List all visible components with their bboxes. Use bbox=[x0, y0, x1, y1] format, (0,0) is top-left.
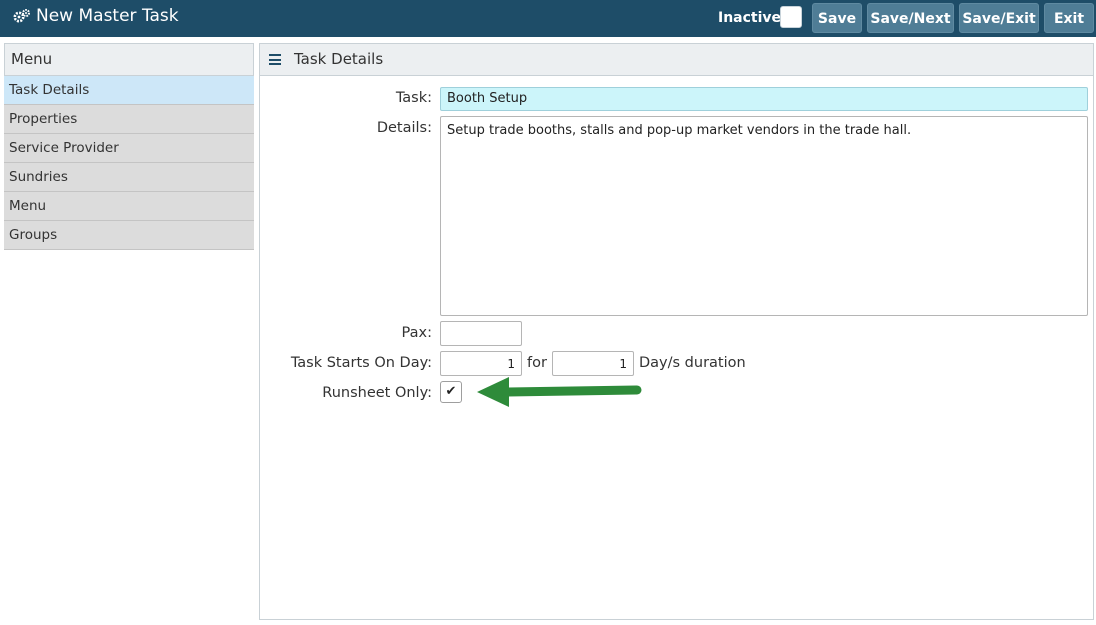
save-exit-button[interactable]: Save/Exit bbox=[959, 3, 1039, 33]
sidebar-item-service-provider[interactable]: Service Provider bbox=[4, 134, 254, 163]
sidebar-item-properties[interactable]: Properties bbox=[4, 105, 254, 134]
page-title-text: New Master Task bbox=[36, 6, 179, 26]
for-label: for bbox=[527, 355, 547, 371]
pax-input[interactable] bbox=[440, 321, 522, 346]
runsheet-only-checkbox[interactable]: ✔ bbox=[440, 381, 462, 403]
panel-header: Task Details bbox=[260, 44, 1093, 76]
save-button[interactable]: Save bbox=[812, 3, 862, 33]
sidebar-item-sundries[interactable]: Sundries bbox=[4, 163, 254, 192]
exit-button[interactable]: Exit bbox=[1044, 3, 1094, 33]
sidebar-heading: Menu bbox=[4, 43, 254, 76]
annotation-arrow-icon bbox=[477, 376, 643, 412]
start-day-input[interactable]: 1 bbox=[440, 351, 522, 376]
sidebar-menu: Menu Task Details Properties Service Pro… bbox=[4, 43, 254, 250]
duration-input[interactable]: 1 bbox=[552, 351, 634, 376]
details-textarea[interactable]: Setup trade booths, stalls and pop-up ma… bbox=[440, 116, 1088, 316]
task-input[interactable]: Booth Setup bbox=[440, 87, 1088, 111]
page-title: New Master Task bbox=[13, 6, 179, 26]
details-label: Details: bbox=[376, 120, 432, 136]
top-bar: New Master Task Inactive Save Save/Next … bbox=[0, 0, 1096, 37]
sidebar-item-task-details[interactable]: Task Details bbox=[4, 76, 254, 105]
inactive-checkbox[interactable] bbox=[780, 6, 802, 28]
inactive-label: Inactive bbox=[718, 10, 782, 26]
panel-title: Task Details bbox=[294, 50, 384, 68]
task-label: Task: bbox=[395, 90, 432, 106]
task-starts-label: Task Starts On Day: bbox=[290, 355, 432, 371]
gears-icon bbox=[13, 8, 31, 24]
checkmark-icon: ✔ bbox=[445, 384, 457, 399]
pax-label: Pax: bbox=[401, 325, 432, 341]
duration-suffix-label: Day/s duration bbox=[639, 355, 746, 371]
sidebar-item-groups[interactable]: Groups bbox=[4, 221, 254, 250]
sidebar-item-menu[interactable]: Menu bbox=[4, 192, 254, 221]
task-details-panel: Task Details Task: Booth Setup Details: … bbox=[259, 43, 1094, 620]
runsheet-only-label: Runsheet Only: bbox=[322, 385, 432, 401]
hamburger-icon[interactable] bbox=[269, 54, 281, 65]
save-next-button[interactable]: Save/Next bbox=[867, 3, 954, 33]
